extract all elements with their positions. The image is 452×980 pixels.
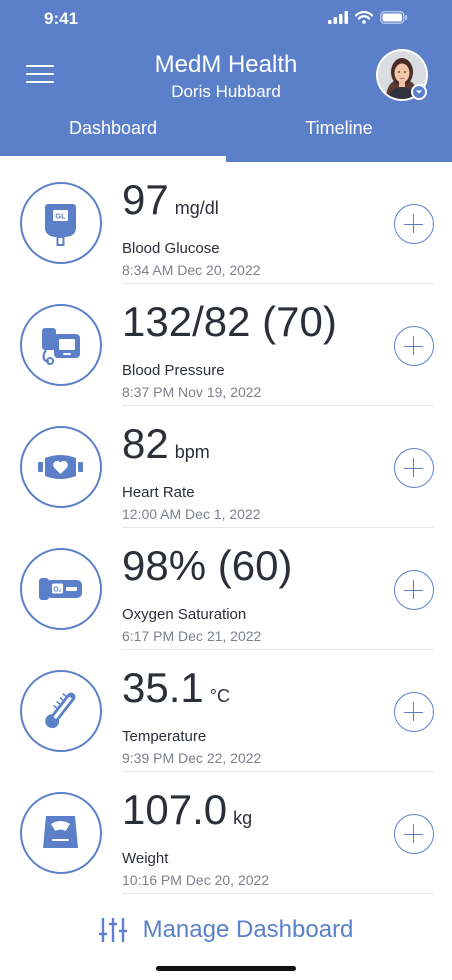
metric-row-weight[interactable]: 107.0 kg Weight 10:16 PM Dec 20, 2022 — [0, 772, 452, 894]
metric-icon-frame: O₂ — [20, 548, 102, 630]
metric-label: Blood Pressure — [122, 362, 225, 379]
metric-icon-frame — [20, 792, 102, 874]
add-heart-rate-button[interactable] — [394, 448, 434, 488]
metric-value: 82 — [122, 420, 169, 467]
status-time: 9:41 — [44, 9, 79, 28]
metric-timestamp: 6:17 PM Dec 21, 2022 — [122, 628, 262, 644]
metric-value: 98% (60) — [122, 542, 293, 589]
svg-text:O₂: O₂ — [53, 587, 62, 594]
add-blood-glucose-button[interactable] — [394, 204, 434, 244]
glucometer-icon: GL — [45, 204, 76, 246]
metric-value-line: 97 mg/dl — [122, 176, 219, 224]
metric-label: Blood Glucose — [122, 240, 220, 257]
pulse-oximeter-icon: O₂ — [39, 578, 82, 600]
avatar-dropdown-icon[interactable] — [411, 84, 427, 100]
metric-value: 97 — [122, 176, 169, 223]
add-blood-pressure-button[interactable] — [394, 326, 434, 366]
app-header: 9:41 MedM Health Doris Hubbard Dashboard… — [0, 0, 452, 162]
metric-value-line: 98% (60) — [122, 542, 298, 590]
add-temperature-button[interactable] — [394, 692, 434, 732]
metric-row-blood-pressure[interactable]: 132/82 (70) Blood Pressure 8:37 PM Nov 1… — [0, 284, 452, 406]
metric-icon-frame — [20, 304, 102, 386]
blood-pressure-monitor-icon — [42, 328, 80, 365]
metric-timestamp: 9:39 PM Dec 22, 2022 — [122, 750, 262, 766]
metric-unit: mg/dl — [174, 198, 219, 218]
svg-text:GL: GL — [55, 212, 66, 221]
manage-dashboard-label: Manage Dashboard — [142, 916, 354, 943]
metric-label: Temperature — [122, 728, 207, 745]
tab-dashboard[interactable]: Dashboard — [0, 118, 226, 139]
metric-unit: kg — [233, 808, 253, 828]
status-bar: 9:41 — [0, 0, 452, 40]
scale-icon — [43, 816, 78, 848]
sliders-icon — [98, 918, 127, 942]
battery-icon — [380, 11, 407, 24]
metric-row-blood-glucose[interactable]: GL 97 mg/dl Blood Glucose 8:34 AM Dec 20,… — [0, 162, 452, 284]
metric-label: Weight — [122, 850, 169, 867]
manage-dashboard-button[interactable]: Manage Dashboard — [0, 912, 452, 948]
home-indicator[interactable] — [156, 966, 296, 971]
add-weight-button[interactable] — [394, 814, 434, 854]
tab-timeline[interactable]: Timeline — [226, 118, 452, 139]
metric-row-heart-rate[interactable]: 82 bpm Heart Rate 12:00 AM Dec 1, 2022 — [0, 406, 452, 528]
metric-timestamp: 10:16 PM Dec 20, 2022 — [122, 872, 270, 888]
metric-value-line: 82 bpm — [122, 420, 210, 468]
metric-label: Heart Rate — [122, 484, 195, 501]
metric-timestamp: 8:34 AM Dec 20, 2022 — [122, 262, 261, 278]
metric-value-line: 35.1 °C — [122, 664, 230, 712]
metric-unit: °C — [209, 686, 230, 706]
metric-label: Oxygen Saturation — [122, 606, 247, 623]
metric-timestamp: 8:37 PM Nov 19, 2022 — [122, 384, 262, 400]
divider — [122, 893, 434, 894]
metric-icon-frame: GL — [20, 182, 102, 264]
metric-unit: bpm — [174, 442, 210, 462]
cellular-signal-icon — [328, 11, 348, 24]
metric-value-line: 107.0 kg — [122, 786, 252, 834]
metric-value: 132/82 (70) — [122, 298, 337, 345]
metric-value-line: 132/82 (70) — [122, 298, 343, 346]
metric-value: 107.0 — [122, 786, 228, 833]
add-oxygen-saturation-button[interactable] — [394, 570, 434, 610]
metric-value: 35.1 — [122, 664, 204, 711]
wifi-icon — [355, 11, 373, 24]
heart-rate-strap-icon — [38, 455, 83, 479]
metric-icon-frame — [20, 426, 102, 508]
metric-row-temperature[interactable]: 35.1 °C Temperature 9:39 PM Dec 22, 2022 — [0, 650, 452, 772]
metric-timestamp: 12:00 AM Dec 1, 2022 — [122, 506, 261, 522]
metric-icon-frame — [20, 670, 102, 752]
metric-row-oxygen-saturation[interactable]: O₂ 98% (60) Oxygen Saturation 6:17 PM De… — [0, 528, 452, 650]
status-icons — [328, 11, 408, 24]
thermometer-icon — [45, 692, 76, 729]
